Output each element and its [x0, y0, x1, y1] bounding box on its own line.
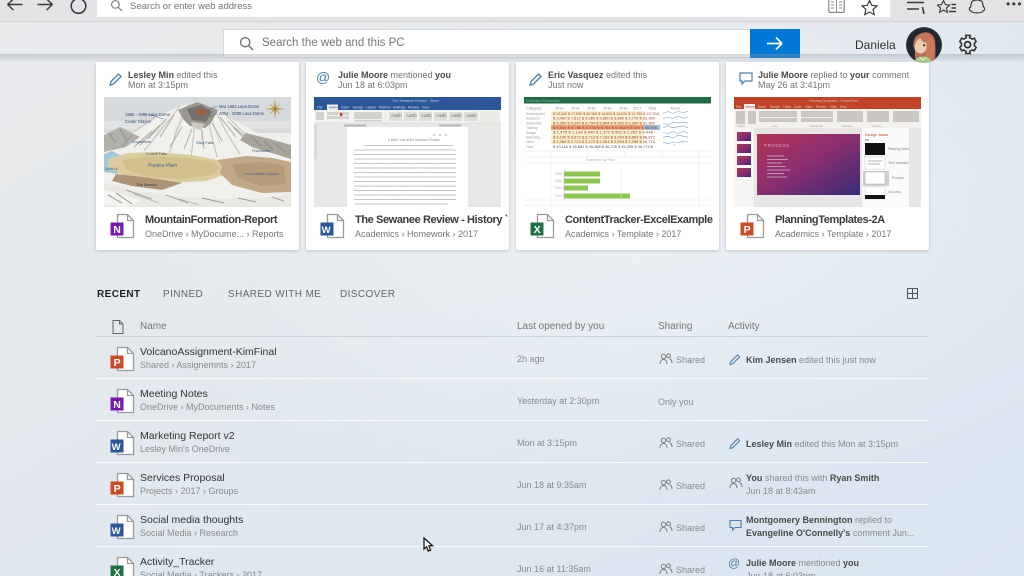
svg-text:Font: Font: [772, 124, 778, 128]
svg-text:Lewandoski Glacier: Lewandoski Glacier: [244, 171, 280, 176]
svg-text:File: File: [736, 105, 741, 109]
svg-text:Review: Review: [816, 105, 827, 109]
svg-text:Step Falls: Step Falls: [196, 140, 214, 145]
svg-text:Anim: Anim: [794, 105, 802, 109]
svg-text:2017: 2017: [633, 107, 641, 111]
svg-text:Mar 1982 Lava Dome: Mar 1982 Lava Dome: [219, 104, 260, 109]
svg-text:Trend: Trend: [670, 107, 680, 111]
svg-text:AaBb: AaBb: [406, 113, 417, 118]
svg-text:AaBb: AaBb: [436, 113, 447, 118]
svg-text:The Sewanee Review - Word: The Sewanee Review - Word: [392, 99, 439, 103]
svg-text:Insert: Insert: [758, 105, 766, 109]
svg-text:Drawing: Drawing: [842, 124, 853, 128]
svg-text:Other: Other: [526, 140, 535, 144]
svg-text:$ 2,464 $ 2,724 $ 3,172 $ 2,36: $ 2,464 $ 2,724 $ 3,172 $ 2,364 $ 2,594 …: [553, 140, 655, 144]
svg-text:Contoso Financials: Contoso Financials: [526, 98, 560, 103]
svg-text:Category: Category: [526, 107, 542, 111]
svg-text:Crater Glacier: Crater Glacier: [125, 119, 152, 124]
svg-text:$ 9,190 $ 5,672 $ 6,712 $ 7,18: $ 9,190 $ 5,672 $ 6,712 $ 7,182 $ 9,254 …: [553, 135, 655, 139]
svg-text:A Brief Look at the Sewanee Re: A Brief Look at the Sewanee Review: [388, 138, 440, 142]
svg-text:Paragraph: Paragraph: [810, 124, 824, 128]
svg-text:▾: ▾: [674, 143, 675, 146]
svg-text:2013: 2013: [555, 107, 563, 111]
svg-text:Insert: Insert: [341, 106, 350, 110]
svg-text:$ 1,475 $ 1,134 $ 940 $ 1,372: $ 1,475 $ 1,134 $ 940 $ 1,372 $ 952 $ 1,…: [553, 131, 653, 135]
svg-text:PlanningTemplates - PowerPoint: PlanningTemplates - PowerPoint: [809, 99, 858, 103]
svg-text:Slides: Slides: [737, 124, 745, 128]
svg-text:Expenses by Year: Expenses by Year: [586, 158, 616, 162]
svg-text:View: View: [830, 105, 838, 109]
svg-text:Design: Design: [526, 131, 536, 135]
svg-text:Home: Home: [329, 106, 338, 110]
svg-text:2015: 2015: [587, 107, 595, 111]
svg-text:Spirit Lk: Spirit Lk: [105, 167, 118, 171]
svg-text:Referen: Referen: [379, 106, 391, 110]
svg-text:2014: 2014: [571, 107, 579, 111]
svg-text:Training: Training: [526, 126, 538, 130]
svg-text:AaBb: AaBb: [451, 113, 462, 118]
svg-text:Slide: Slide: [805, 105, 812, 109]
svg-text:All points: All points: [888, 190, 901, 194]
svg-text:Layout: Layout: [366, 106, 376, 110]
svg-text:Development: Development: [526, 112, 545, 116]
svg-text:2013: 2013: [555, 194, 562, 198]
svg-text:Research: Research: [526, 117, 540, 121]
svg-text:Design Ideas: Design Ideas: [865, 132, 888, 137]
svg-text:2015: 2015: [555, 179, 562, 183]
svg-text:2016: 2016: [619, 107, 627, 111]
svg-text:Distribution: Distribution: [526, 121, 542, 125]
svg-text:AaBb: AaBb: [391, 113, 402, 118]
svg-text:2016: 2016: [555, 172, 562, 176]
svg-text:2004 - 2008 Lava Dome: 2004 - 2008 Lava Dome: [219, 111, 265, 116]
svg-text:$ 43,116 $ 45,881 $ 46,368 $ 4: $ 43,116 $ 45,881 $ 46,368 $ 46,276 $ 46…: [553, 145, 653, 149]
svg-text:Help: Help: [840, 105, 847, 109]
svg-text:Planning slides: Planning slides: [888, 147, 910, 151]
svg-text:Pumice Plain: Pumice Plain: [148, 163, 177, 169]
svg-text:$ 5,350 $ 5,240 $ 6,794 $ 5,89: $ 5,350 $ 5,240 $ 6,794 $ 5,894 $ 5,982 …: [553, 121, 655, 125]
svg-text:Design: Design: [353, 106, 364, 110]
svg-text:Process: Process: [892, 176, 904, 180]
svg-text:Review: Review: [408, 106, 420, 110]
svg-text:AaBb: AaBb: [466, 113, 477, 118]
svg-text:The Breach: The Breach: [136, 182, 157, 187]
svg-text:File: File: [317, 106, 323, 110]
svg-text:AaBb: AaBb: [421, 113, 432, 118]
svg-text:1980 - 1986 Lava Dome: 1980 - 1986 Lava Dome: [125, 112, 171, 117]
svg-text:Design: Design: [770, 105, 780, 109]
svg-text:Term schedule: Term schedule: [888, 161, 909, 165]
svg-text:$ 13,040 $ 17,530 $ 40,980 $ 1: $ 13,040 $ 17,530 $ 40,980 $ 14,500 $ 14…: [553, 112, 659, 116]
svg-text:View: View: [422, 106, 430, 110]
svg-text:Total: Total: [648, 107, 656, 111]
svg-text:Marketing: Marketing: [526, 136, 540, 140]
svg-text:▾: ▾: [682, 141, 683, 144]
svg-text:Trans: Trans: [783, 105, 791, 109]
svg-text:Floodwater: Floodwater: [252, 149, 272, 153]
svg-text:$ 5,944 $ 5,786 $ 5,730 $ 5,76: $ 5,944 $ 5,786 $ 5,730 $ 5,764 $ 5,964 …: [553, 126, 657, 130]
svg-text:Editing: Editing: [872, 124, 881, 128]
svg-text:2016: 2016: [603, 107, 611, 111]
svg-text:Home: Home: [746, 105, 755, 109]
svg-text:Sugarbowl: Sugarbowl: [132, 139, 151, 144]
svg-text:Total: Total: [526, 145, 533, 149]
svg-text:PROCESS: PROCESS: [764, 143, 790, 148]
svg-text:$ 3,400 $ 7,812 $ 5,080 $ 3,88: $ 3,400 $ 7,812 $ 5,080 $ 3,880 $ 3,980 …: [553, 117, 655, 121]
svg-text:Loowit Falls: Loowit Falls: [146, 151, 167, 156]
svg-text:2014: 2014: [555, 186, 562, 190]
svg-text:Mailings: Mailings: [393, 106, 406, 110]
